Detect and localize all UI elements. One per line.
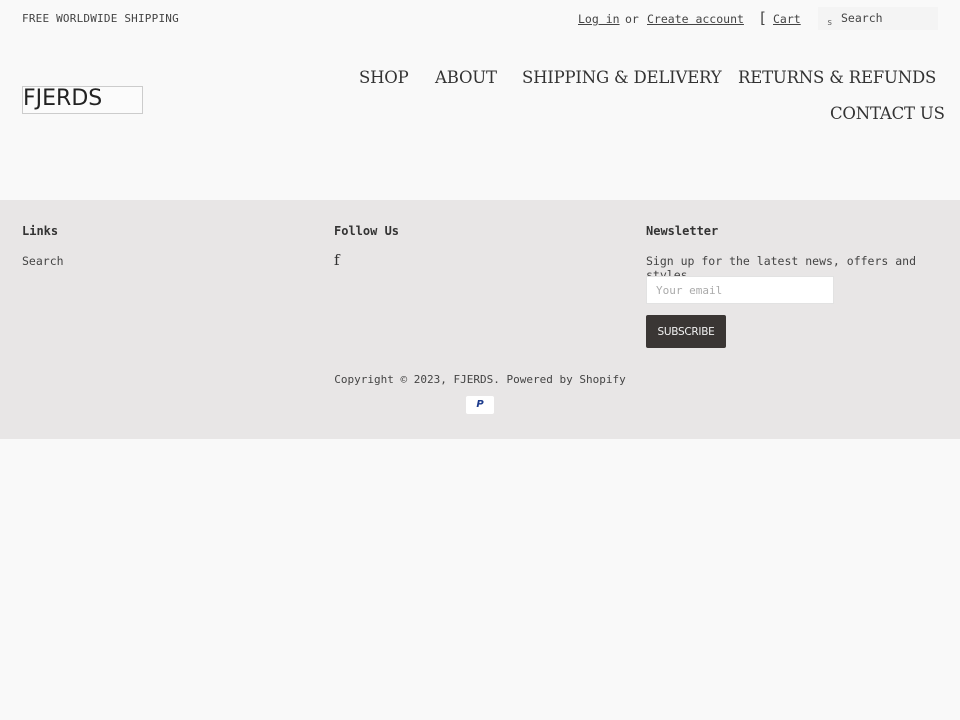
copyright: Copyright © 2023, FJERDS. Powered by Sho… — [0, 373, 960, 386]
follow-us-heading: Follow Us — [334, 224, 400, 238]
search-placeholder: Search — [841, 11, 883, 25]
nav-item-contact-us[interactable]: CONTACT US — [830, 104, 945, 123]
copyright-separator: . — [493, 373, 507, 386]
cart-icon[interactable]: [ — [758, 9, 767, 27]
email-field[interactable] — [646, 276, 834, 304]
paypal-icon: P — [466, 396, 494, 414]
search-input[interactable]: s Search — [818, 7, 938, 30]
subscribe-button[interactable]: SUBSCRIBE — [646, 315, 726, 348]
site-footer: Links Search Follow Us f Newsletter Sign… — [0, 200, 960, 439]
footer-link-search[interactable]: Search — [22, 254, 64, 268]
search-icon[interactable]: s — [827, 18, 832, 28]
newsletter-heading: Newsletter — [646, 224, 719, 238]
powered-by-link[interactable]: Powered by Shopify — [507, 373, 626, 386]
cart-link[interactable]: Cart — [773, 12, 801, 26]
copyright-brand-link[interactable]: FJERDS — [454, 373, 494, 386]
logo-text: FJERDS — [23, 86, 103, 111]
or-text: or — [625, 12, 639, 26]
copyright-text: Copyright © 2023, — [334, 373, 454, 386]
nav-item-shipping-delivery[interactable]: SHIPPING & DELIVERY — [522, 68, 722, 87]
create-account-link[interactable]: Create account — [647, 12, 744, 26]
facebook-icon[interactable]: f — [334, 251, 340, 269]
announcement-bar: FREE WORLDWIDE SHIPPING — [22, 12, 179, 25]
nav-item-returns-refunds[interactable]: RETURNS & REFUNDS — [738, 68, 936, 87]
login-link[interactable]: Log in — [578, 12, 620, 26]
nav-item-shop[interactable]: SHOP — [359, 68, 409, 87]
links-heading: Links — [22, 224, 59, 238]
nav-item-about[interactable]: ABOUT — [435, 68, 497, 87]
site-logo[interactable]: FJERDS — [22, 86, 143, 114]
